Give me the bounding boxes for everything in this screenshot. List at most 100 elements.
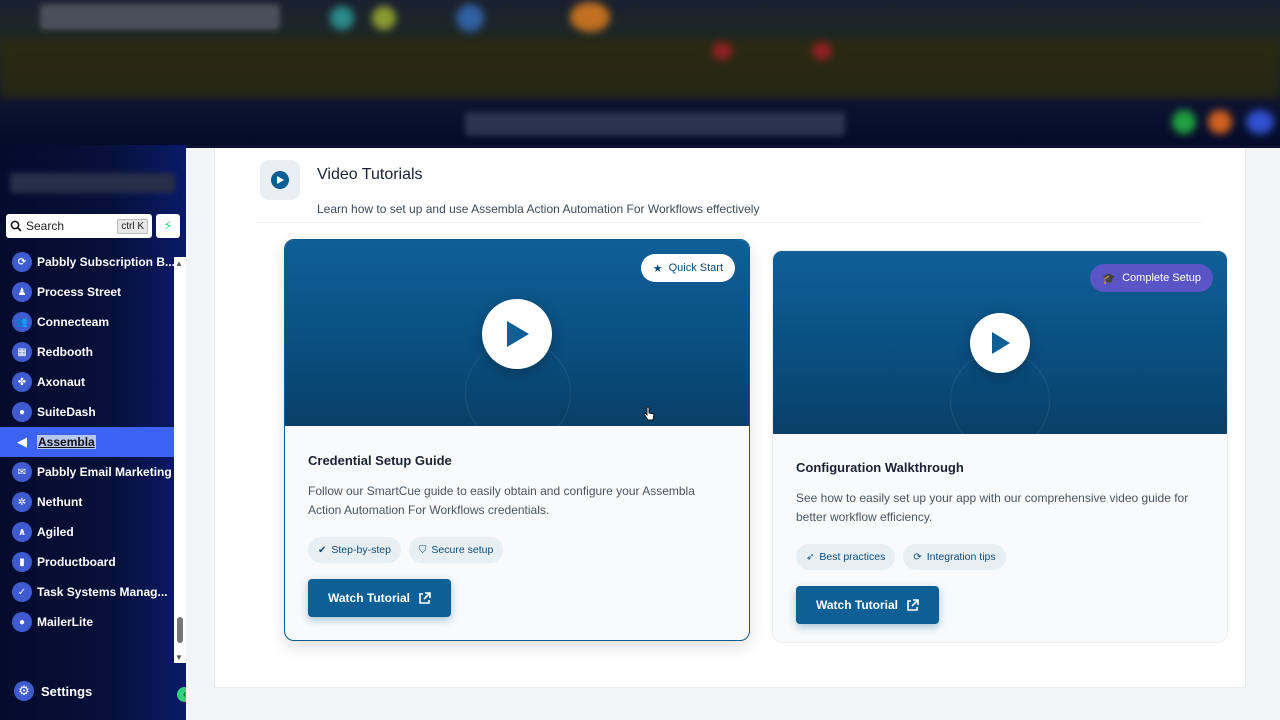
sidebar-item-axonaut[interactable]: ✤ Axonaut: [0, 367, 174, 397]
tag-integration-tips: ⟳ Integration tips: [903, 544, 1006, 570]
button-label: Watch Tutorial: [816, 598, 898, 612]
team-icon: 👥: [12, 312, 32, 332]
video-thumbnail[interactable]: 🎓 Complete Setup: [773, 251, 1227, 434]
bolt-icon: ⚡: [163, 218, 173, 233]
sync-icon: ⟳: [913, 551, 922, 563]
sidebar-item-label: Task Systems Manag...: [37, 585, 168, 599]
tab-icon: [330, 6, 354, 30]
scroll-thumb[interactable]: [177, 617, 183, 643]
sidebar-item-pabbly-subscription[interactable]: ⟳ Pabbly Subscription B...: [0, 247, 174, 277]
scroll-down-icon[interactable]: ▼: [175, 653, 183, 662]
divider: [257, 222, 1201, 223]
sidebar-item-agiled[interactable]: ∧ Agiled: [0, 517, 174, 547]
tag-step-by-step: ✔ Step-by-step: [308, 537, 401, 563]
complete-setup-badge: 🎓 Complete Setup: [1090, 264, 1213, 292]
tab-icon: [570, 2, 610, 32]
settings-label: Settings: [41, 683, 93, 699]
tag-label: Step-by-step: [331, 544, 391, 556]
sidebar: Search ctrl K ⚡ ⟳ Pabbly Subscription B..…: [0, 145, 192, 720]
settings-button[interactable]: ⚙ Settings: [14, 681, 92, 701]
sidebar-item-connecteam[interactable]: 👥 Connecteam: [0, 307, 174, 337]
tutorial-card-configuration: 🎓 Complete Setup Configuration Walkthrou…: [772, 250, 1228, 643]
gear-icon: ⚙: [14, 681, 34, 701]
sidebar-item-label: MailerLite: [37, 615, 94, 629]
user-icon: ●: [12, 402, 32, 422]
sidebar-item-label: Pabbly Email Marketing: [37, 465, 172, 479]
play-circle-icon: [271, 171, 289, 189]
grid-icon: ▦: [12, 342, 32, 362]
sidebar-header: [10, 173, 175, 193]
graduation-cap-icon: 🎓: [1102, 272, 1117, 285]
tag-secure-setup: ⛉ Secure setup: [408, 537, 504, 563]
sidebar-item-task-systems[interactable]: ✓ Task Systems Manag...: [0, 577, 174, 607]
sidebar-item-label: Connecteam: [37, 315, 110, 329]
tab-icon: [372, 6, 396, 30]
board-icon: ▮: [12, 552, 32, 572]
badge-label: Quick Start: [668, 262, 723, 274]
toolbar-strip: [0, 38, 1280, 98]
status-icon: [1246, 110, 1274, 134]
sidebar-item-mailerlite[interactable]: ● MailerLite: [0, 607, 174, 637]
sidebar-item-label: Agiled: [37, 525, 74, 539]
sidebar-item-label: Axonaut: [37, 375, 85, 389]
sidebar-item-label: Nethunt: [37, 495, 83, 509]
sidebar-item-nethunt[interactable]: ✲ Nethunt: [0, 487, 174, 517]
main-content: Video Tutorials Learn how to set up and …: [186, 145, 1280, 720]
search-label: Search: [26, 219, 65, 233]
watch-tutorial-button[interactable]: Watch Tutorial: [308, 579, 451, 617]
sidebar-item-label: Process Street: [37, 285, 122, 299]
card-description: Follow our SmartCue guide to easily obta…: [308, 484, 695, 517]
tab-icon: [456, 4, 484, 32]
sidebar-scrollbar[interactable]: ▲ ▼: [174, 257, 186, 663]
address-bar: [40, 4, 280, 30]
sidebar-list: ⟳ Pabbly Subscription B... ♟ Process Stree…: [0, 247, 174, 667]
section-title: Video Tutorials: [317, 166, 423, 183]
external-link-icon: [907, 598, 919, 611]
tag-list: ✔ Step-by-step ⛉ Secure setup: [308, 537, 726, 563]
sidebar-item-assembla[interactable]: ◀ Assembla: [0, 427, 174, 457]
search-input[interactable]: Search ctrl K: [6, 214, 152, 238]
sidebar-item-label: Redbooth: [37, 345, 93, 359]
subscription-icon: ⟳: [12, 252, 32, 272]
external-link-icon: [419, 591, 431, 604]
section-header: Video Tutorials Learn how to set up and …: [260, 160, 759, 216]
play-icon: [507, 321, 529, 347]
speaker-icon: ◀: [17, 434, 27, 449]
sidebar-item-suitedash[interactable]: ● SuiteDash: [0, 397, 174, 427]
card-title: Configuration Walkthrough: [796, 460, 964, 475]
quick-action-button[interactable]: ⚡: [156, 214, 180, 238]
sidebar-item-pabbly-email[interactable]: ✉ Pabbly Email Marketing: [0, 457, 174, 487]
scroll-up-icon[interactable]: ▲: [175, 259, 183, 268]
status-icon: [1172, 110, 1196, 134]
pulse-icon: ∧: [12, 522, 32, 542]
video-thumbnail[interactable]: ★ Quick Start: [285, 240, 749, 426]
card-title: Credential Setup Guide: [308, 453, 452, 468]
tag-list: ➶ Best practices ⟳ Integration tips: [796, 544, 1204, 570]
sidebar-item-label: Productboard: [37, 555, 116, 569]
tutorial-card-credential: ★ Quick Start Credential Setup Guide Fol…: [284, 239, 750, 641]
toolbar-icon: [712, 42, 732, 60]
shield-icon: ⛉: [418, 544, 427, 556]
button-label: Watch Tutorial: [328, 591, 410, 605]
quick-start-badge: ★ Quick Start: [640, 254, 735, 282]
leaf-icon: ✤: [12, 372, 32, 392]
tutorials-panel: Video Tutorials Learn how to set up and …: [214, 148, 1246, 688]
section-icon: [260, 160, 300, 200]
watch-tutorial-button[interactable]: Watch Tutorial: [796, 586, 939, 624]
sidebar-item-redbooth[interactable]: ▦ Redbooth: [0, 337, 174, 367]
section-subtitle: Learn how to set up and use Assembla Act…: [317, 202, 760, 216]
sidebar-item-productboard[interactable]: ▮ Productboard: [0, 547, 174, 577]
play-button[interactable]: [482, 299, 552, 369]
search-shortcut: ctrl K: [117, 218, 148, 234]
check-icon: ✓: [12, 582, 32, 602]
hunt-icon: ✲: [12, 492, 32, 512]
mailerlite-icon: ●: [12, 612, 32, 632]
star-icon: ★: [652, 262, 663, 275]
play-button[interactable]: [970, 313, 1030, 373]
tag-label: Secure setup: [431, 544, 494, 556]
browser-chrome: [0, 0, 1280, 145]
play-icon: [992, 332, 1010, 354]
sidebar-item-process-street[interactable]: ♟ Process Street: [0, 277, 174, 307]
sidebar-item-label: Assembla: [37, 435, 96, 449]
status-icon: [1208, 110, 1232, 134]
